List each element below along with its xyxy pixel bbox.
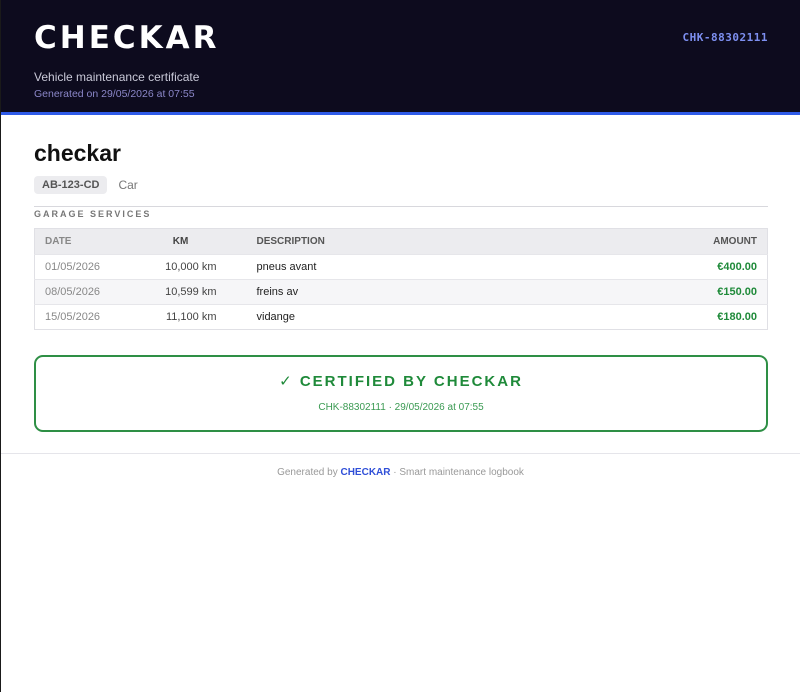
cell-amount: €150.00	[565, 279, 768, 305]
vehicle-name: checkar	[34, 140, 121, 166]
vehicle-type: Car	[118, 178, 138, 192]
cell-km: 10,000 km	[134, 254, 227, 280]
cell-date: 01/05/2026	[34, 254, 135, 280]
column-header-km: KM	[172, 236, 189, 247]
vehicle-meta: AB-123-CD Car	[34, 176, 768, 194]
cell-description: pneus avant	[226, 254, 566, 280]
column-header-description: DESCRIPTION	[256, 236, 325, 247]
cell-date: 08/05/2026	[34, 279, 135, 305]
footer-brand: CHECKAR	[340, 467, 391, 478]
cell-amount: €400.00	[565, 254, 768, 280]
license-plate-badge: AB-123-CD	[34, 176, 108, 194]
cell-km: 10,599 km	[134, 279, 227, 305]
cell-date: 15/05/2026	[34, 304, 135, 330]
column-header-date: DATE	[45, 236, 72, 247]
cell-description: vidange	[226, 304, 566, 330]
certified-title: ✓ CERTIFIED BY CHECKAR	[279, 373, 523, 390]
certificate-code: CHK-88302111	[682, 31, 768, 44]
brand-logo: CHECKAR	[34, 20, 220, 56]
section-title-garage-services: GARAGE SERVICES	[34, 206, 768, 219]
page-footer: Generated by CHECKAR · Smart maintenance…	[1, 453, 800, 478]
document-subtitle: Vehicle maintenance certificate	[34, 70, 200, 84]
footer-suffix: · Smart maintenance logbook	[393, 467, 524, 478]
services-table: DATE KM DESCRIPTION AMOUNT 01/05/2026 10…	[34, 228, 768, 330]
certificate-header: CHECKAR Vehicle maintenance certificate …	[1, 0, 800, 115]
column-header-amount: AMOUNT	[713, 236, 757, 247]
table-header-row: DATE KM DESCRIPTION AMOUNT	[34, 228, 768, 255]
certificate-body: checkar AB-123-CD Car GARAGE SERVICES DA…	[1, 140, 800, 432]
certification-details: CHK-88302111 · 29/05/2026 at 07:55	[318, 402, 484, 413]
table-row: 01/05/2026 10,000 km pneus avant €400.00	[34, 254, 768, 280]
table-row: 15/05/2026 11,100 km vidange €180.00	[34, 304, 768, 330]
cell-description: freins av	[226, 279, 566, 305]
cell-km: 11,100 km	[134, 304, 227, 330]
table-row: 08/05/2026 10,599 km freins av €150.00	[34, 279, 768, 305]
generated-timestamp: Generated on 29/05/2026 at 07:55	[34, 88, 195, 100]
footer-prefix: Generated by	[277, 467, 338, 478]
cell-amount: €180.00	[565, 304, 768, 330]
certification-box: ✓ CERTIFIED BY CHECKAR CHK-88302111 · 29…	[34, 355, 768, 432]
